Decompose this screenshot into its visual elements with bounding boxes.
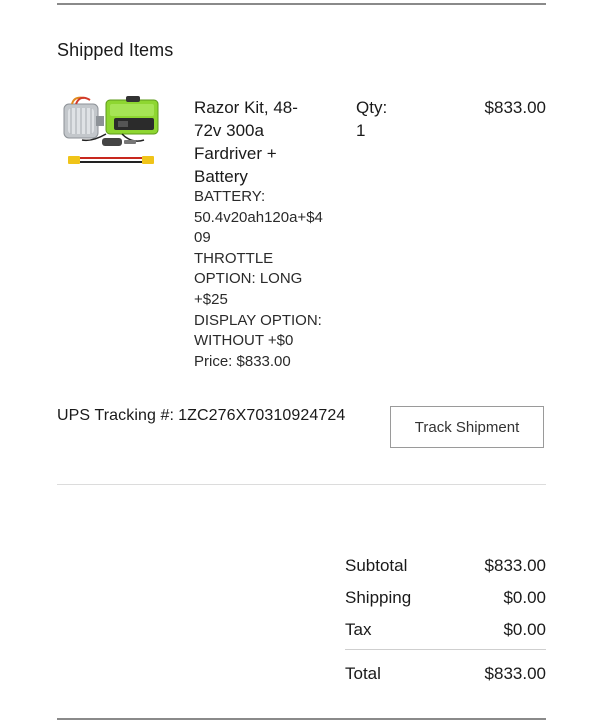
qty-label: Qty: [356,98,388,117]
subtotal-label: Subtotal [345,556,408,575]
option-line: BATTERY: [194,188,266,205]
summary-tax-row: Tax $0.00 [345,620,546,640]
total-label: Total [345,664,381,683]
shipping-value: $0.00 [503,588,546,607]
option-line: WITHOUT +$0 [194,332,294,350]
product-name-line: Battery [194,167,248,186]
tax-value: $0.00 [503,620,546,639]
item-price-line: Price: $833.00 [194,352,291,370]
product-name-line: 72v 300a [194,121,264,140]
total-divider [345,649,546,650]
tracking-label: UPS Tracking #: [57,407,175,424]
section-title: Shipped Items [57,40,174,60]
option-line: 50.4v20ah120a+$4 [194,208,323,226]
track-shipment-button[interactable]: Track Shipment [390,406,544,448]
product-name[interactable]: Razor Kit, 48- 72v 300a Fardriver + Batt… [194,96,334,188]
shipping-label: Shipping [345,588,412,607]
bottom-divider [57,718,546,720]
subtotal-value: $833.00 [484,556,546,575]
product-kit-illustration [63,96,159,164]
line-price: $833.00 [484,98,546,117]
section-divider [57,484,546,485]
option-line: +$25 [194,290,228,308]
option-line: 09 [194,229,211,247]
summary-subtotal-row: Subtotal $833.00 [345,556,546,576]
product-name-line: Fardriver + [194,144,277,163]
product-image[interactable] [62,94,168,170]
option-line: OPTION: LONG [194,270,303,288]
product-options: BATTERY: 50.4v20ah120a+$4 09 THROTTLE OP… [194,187,339,372]
summary-total-row: Total $833.00 [345,664,546,684]
top-divider [57,3,546,5]
tax-label: Tax [345,620,372,639]
summary-shipping-row: Shipping $0.00 [345,588,546,608]
option-line: THROTTLE [194,249,274,267]
qty-value: 1 [356,121,366,140]
option-line: DISPLAY OPTION: [194,311,322,329]
tracking-number: 1ZC276X70310924724 [178,407,346,424]
product-name-line: Razor Kit, 48- [194,98,298,117]
tracking-info: UPS Tracking #: 1ZC276X70310924724 [57,407,345,425]
total-value: $833.00 [484,664,546,683]
